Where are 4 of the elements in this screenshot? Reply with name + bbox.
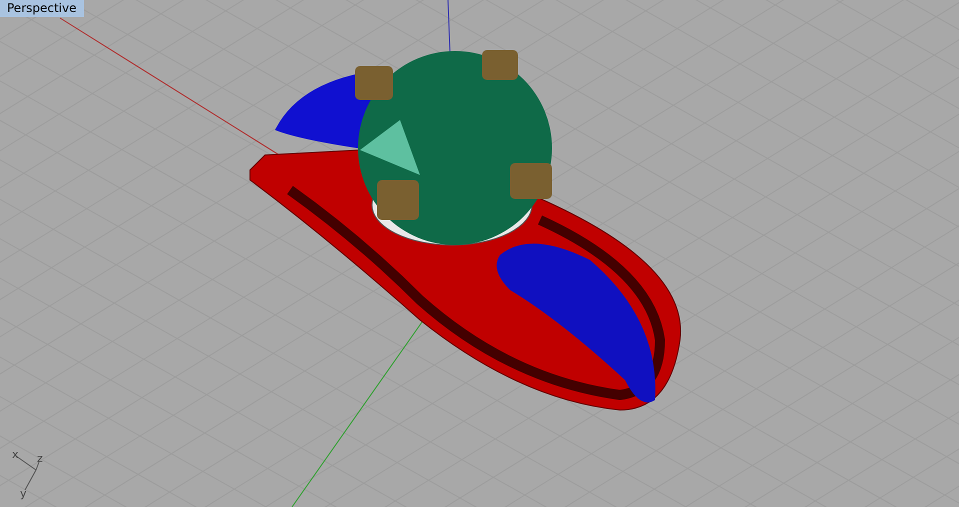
viewport-title[interactable]: Perspective (0, 0, 84, 17)
axis-label: x (12, 448, 19, 461)
axis-label: z (37, 452, 43, 465)
axis-label: y (20, 487, 27, 500)
